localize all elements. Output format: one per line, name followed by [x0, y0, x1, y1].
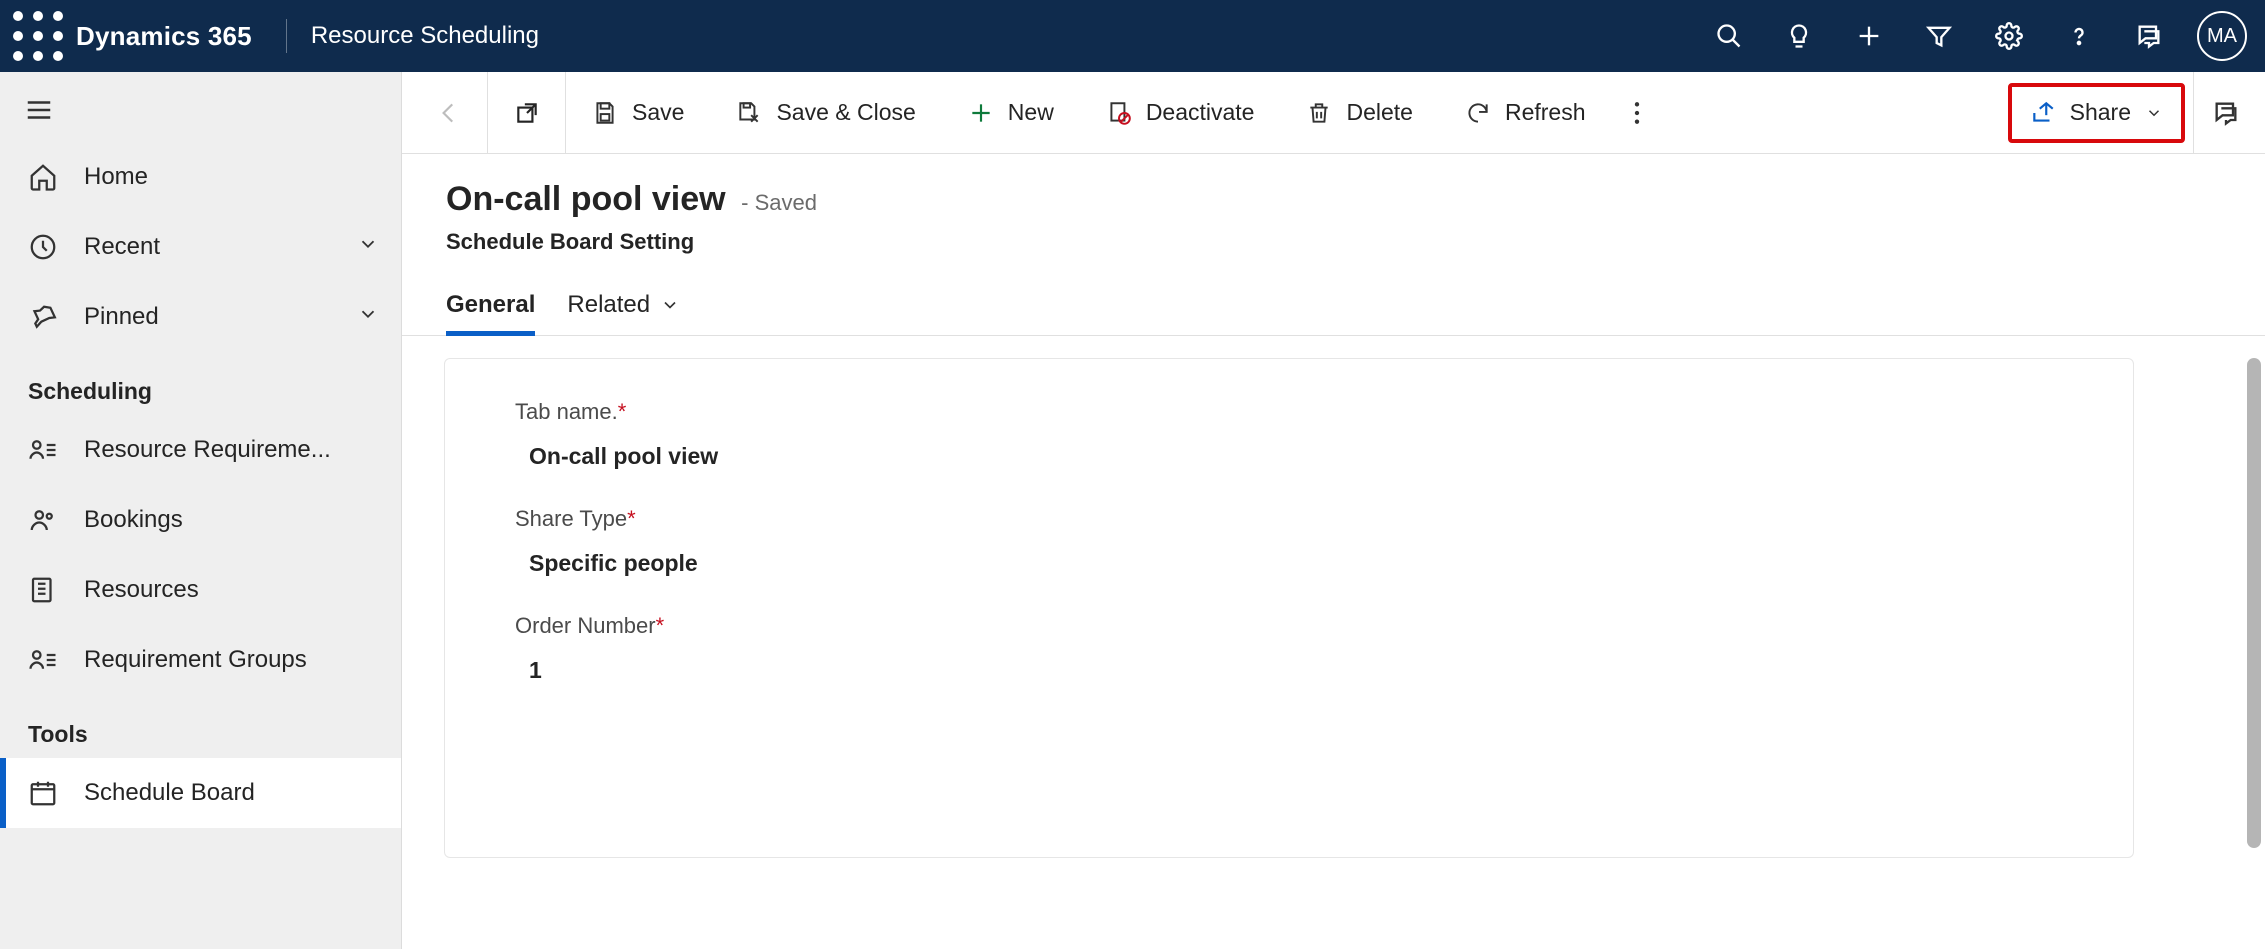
delete-button[interactable]: Delete	[1280, 82, 1438, 144]
command-bar: Save Save & Close New Deactivate Delete …	[402, 72, 2265, 154]
sidebar-item-home[interactable]: Home	[0, 142, 401, 212]
sidebar-item-requirement-groups[interactable]: Requirement Groups	[0, 625, 401, 695]
deactivate-label: Deactivate	[1146, 99, 1255, 126]
sidebar-item-label: Recent	[84, 233, 160, 261]
save-close-label: Save & Close	[776, 99, 915, 126]
help-icon[interactable]	[2047, 4, 2111, 68]
save-label: Save	[632, 99, 684, 126]
chevron-down-icon	[357, 303, 379, 332]
field-label: Share Type*	[515, 506, 2063, 532]
sidebar-item-label: Requirement Groups	[84, 646, 307, 674]
sidebar-item-recent[interactable]: Recent	[0, 212, 401, 282]
field-label: Tab name.*	[515, 399, 2063, 425]
sidebar-item-resources[interactable]: Resources	[0, 555, 401, 625]
chevron-down-icon	[2145, 104, 2163, 122]
sidebar-group-tools: Tools	[0, 695, 401, 758]
open-in-new-window-icon[interactable]	[488, 72, 566, 154]
sidebar-item-label: Pinned	[84, 303, 159, 331]
calendar-icon	[28, 778, 58, 808]
trash-icon	[1306, 100, 1332, 126]
scrollbar[interactable]	[2247, 358, 2261, 848]
record-title: On-call pool view	[446, 180, 726, 219]
avatar[interactable]: MA	[2197, 11, 2247, 61]
person-list-icon	[28, 645, 58, 675]
save-icon	[592, 100, 618, 126]
pin-icon	[28, 302, 58, 332]
global-header: Dynamics 365 Resource Scheduling MA	[0, 0, 2265, 72]
area-label[interactable]: Resource Scheduling	[311, 22, 539, 50]
brand-label: Dynamics 365	[68, 21, 272, 52]
header-icons: MA	[1697, 4, 2257, 68]
sidebar-item-resource-requirements[interactable]: Resource Requireme...	[0, 415, 401, 485]
save-close-icon	[736, 100, 762, 126]
filter-icon[interactable]	[1907, 4, 1971, 68]
back-button	[410, 72, 488, 154]
gear-icon[interactable]	[1977, 4, 2041, 68]
share-icon	[2030, 100, 2056, 126]
tab-related[interactable]: Related	[567, 291, 680, 335]
lightbulb-icon[interactable]	[1767, 4, 1831, 68]
field-share-type[interactable]: Share Type* Specific people	[515, 506, 2063, 577]
sidebar-item-label: Home	[84, 163, 148, 191]
deactivate-icon	[1106, 100, 1132, 126]
refresh-button[interactable]: Refresh	[1439, 82, 1612, 144]
save-button[interactable]: Save	[566, 82, 710, 144]
main-area: Save Save & Close New Deactivate Delete …	[402, 72, 2265, 949]
resources-icon	[28, 575, 58, 605]
tab-related-label: Related	[567, 291, 650, 319]
field-label: Order Number*	[515, 613, 2063, 639]
sidebar-group-scheduling: Scheduling	[0, 352, 401, 415]
person-list-icon	[28, 435, 58, 465]
sidebar-item-schedule-board[interactable]: Schedule Board	[0, 758, 401, 828]
home-icon	[28, 162, 58, 192]
field-value[interactable]: On-call pool view	[515, 443, 2063, 470]
field-tab-name[interactable]: Tab name.* On-call pool view	[515, 399, 2063, 470]
entity-name: Schedule Board Setting	[446, 229, 2221, 255]
assistant-pane-icon[interactable]	[2193, 72, 2257, 154]
tab-general[interactable]: General	[446, 291, 535, 335]
chevron-down-icon	[660, 295, 680, 315]
plus-icon[interactable]	[1837, 4, 1901, 68]
field-order-number[interactable]: Order Number* 1	[515, 613, 2063, 684]
refresh-label: Refresh	[1505, 99, 1586, 126]
deactivate-button[interactable]: Deactivate	[1080, 82, 1281, 144]
share-button[interactable]: Share	[2008, 83, 2185, 143]
new-button[interactable]: New	[942, 82, 1080, 144]
tabs: General Related	[402, 265, 2265, 336]
refresh-icon	[1465, 100, 1491, 126]
form-card: Tab name.* On-call pool view Share Type*…	[444, 358, 2134, 858]
field-value[interactable]: Specific people	[515, 550, 2063, 577]
divider	[286, 19, 287, 53]
form-header: On-call pool view - Saved Schedule Board…	[402, 154, 2265, 265]
save-close-button[interactable]: Save & Close	[710, 82, 941, 144]
chevron-down-icon	[357, 233, 379, 262]
sidebar-item-pinned[interactable]: Pinned	[0, 282, 401, 352]
field-value[interactable]: 1	[515, 657, 2063, 684]
hamburger-icon[interactable]	[0, 78, 401, 142]
search-icon[interactable]	[1697, 4, 1761, 68]
new-label: New	[1008, 99, 1054, 126]
sidebar-item-bookings[interactable]: Bookings	[0, 485, 401, 555]
sidebar: Home Recent Pinned Scheduling	[0, 72, 402, 949]
share-label: Share	[2070, 99, 2131, 126]
sidebar-item-label: Bookings	[84, 506, 183, 534]
chat-icon[interactable]	[2117, 4, 2181, 68]
sidebar-item-label: Resources	[84, 576, 199, 604]
plus-icon	[968, 100, 994, 126]
app-launcher-icon[interactable]	[8, 0, 68, 72]
clock-icon	[28, 232, 58, 262]
overflow-menu-icon[interactable]	[1612, 100, 1662, 126]
saved-status: - Saved	[741, 190, 817, 215]
sidebar-item-label: Resource Requireme...	[84, 436, 331, 464]
delete-label: Delete	[1346, 99, 1412, 126]
sidebar-item-label: Schedule Board	[84, 779, 255, 807]
person-icon	[28, 505, 58, 535]
